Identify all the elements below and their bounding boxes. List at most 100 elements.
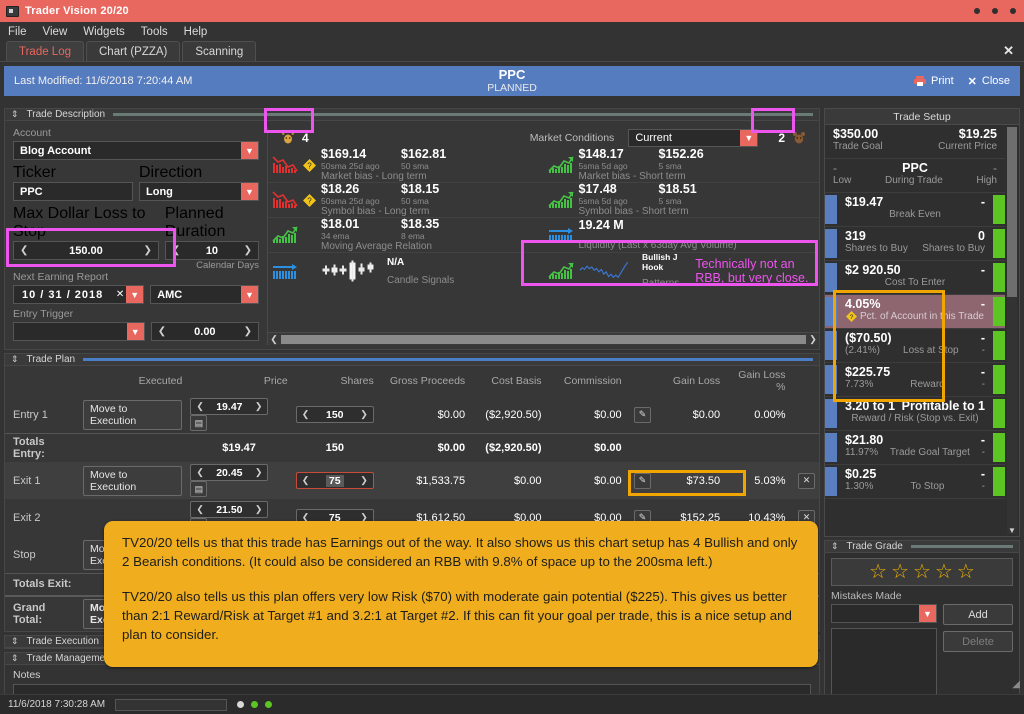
menu-item-widgets[interactable]: Widgets: [83, 26, 125, 38]
tab-chart[interactable]: Chart (PZZA): [86, 41, 181, 61]
increment-icon[interactable]: ❯: [143, 245, 151, 256]
chevron-down-icon[interactable]: ▼: [740, 129, 758, 146]
mc-row-symbol-bias-long[interactable]: ? $18.26 $18.15 50sma 25d ago 50 sma Sym…: [268, 183, 544, 218]
maximize-dot[interactable]: [992, 8, 998, 14]
mc-row-symbol-bias-short[interactable]: $17.48 $18.51 5sma 5d ago 5 sma Symbol b…: [543, 183, 819, 218]
increment-icon[interactable]: ❯: [244, 245, 252, 256]
decrement-icon[interactable]: ❮: [196, 401, 204, 412]
scroll-thumb[interactable]: [281, 334, 806, 344]
table-row[interactable]: Exit 1 Move to Execution ❮ 20.45 ❯ ▤ ❮ 75 ❯ …: [5, 462, 819, 499]
increment-icon[interactable]: ❯: [255, 467, 263, 478]
trade-grade-header[interactable]: ⇕ Trade Grade: [824, 540, 1020, 553]
collapse-icon[interactable]: ⇕: [11, 653, 19, 663]
chevron-down-icon[interactable]: ▼: [241, 142, 258, 159]
chevron-down-icon[interactable]: ▼: [241, 286, 258, 303]
decrement-icon[interactable]: ❮: [20, 245, 28, 256]
mc-row-patterns[interactable]: Bullish J Hook Patterns Technically not …: [544, 252, 820, 289]
close-dot[interactable]: [1010, 8, 1016, 14]
direction-select[interactable]: Long ▼: [139, 182, 259, 201]
minimize-dot[interactable]: [974, 8, 980, 14]
increment-icon[interactable]: ❯: [255, 504, 263, 515]
close-icon[interactable]: ✕: [1003, 43, 1014, 59]
move-to-execution-button[interactable]: Move to Execution: [83, 399, 183, 430]
delete-button[interactable]: Delete: [943, 631, 1013, 652]
price-stepper[interactable]: ❮ 19.47 ❯: [190, 398, 269, 415]
close-button[interactable]: ✕ Close: [968, 75, 1010, 88]
chevron-down-icon[interactable]: ▼: [919, 605, 936, 622]
edit-pencil-icon[interactable]: ✎: [634, 406, 652, 423]
add-button[interactable]: Add: [943, 604, 1013, 625]
earnings-when-select[interactable]: AMC ▼: [150, 285, 259, 304]
decrement-icon[interactable]: ❮: [158, 326, 166, 337]
trade-setup-scrollbar[interactable]: ▲ ▼: [1007, 125, 1017, 536]
resize-grip-icon[interactable]: ◢: [1012, 679, 1020, 690]
entry-trigger-stepper[interactable]: ❮ 0.00 ❯: [150, 322, 259, 341]
chevron-down-icon[interactable]: ▼: [126, 323, 144, 340]
price-stepper[interactable]: ❮ 20.45 ❯: [190, 464, 269, 481]
star-icon[interactable]: ☆: [869, 561, 887, 583]
scroll-down-icon[interactable]: ▼: [1007, 526, 1017, 536]
calculator-icon[interactable]: ▤: [190, 481, 208, 497]
window-controls[interactable]: [974, 8, 1016, 14]
shares-stepper[interactable]: ❮ 150 ❯: [295, 406, 374, 423]
account-field-group: Account Blog Account ▼: [13, 127, 259, 160]
period-select[interactable]: Current ▼: [628, 128, 759, 147]
menu-bar[interactable]: File View Widgets Tools Help: [0, 22, 1024, 41]
pattern-name: Bullish J Hook: [642, 252, 678, 272]
mc-row-candle-signals[interactable]: N/A Candle Signals: [268, 253, 544, 288]
menu-item-tools[interactable]: Tools: [141, 26, 168, 38]
edit-pencil-icon[interactable]: ✎: [634, 472, 652, 489]
tab-scanning[interactable]: Scanning: [182, 41, 257, 61]
earnings-date-field[interactable]: 10 / 31 / 2018 ✕ ▼: [13, 285, 145, 304]
decrement-icon[interactable]: ❮: [196, 504, 204, 515]
entry-trigger-select[interactable]: ▼: [13, 322, 145, 341]
max-loss-stepper[interactable]: ❮ 150.00 ❯: [13, 241, 159, 260]
increment-icon[interactable]: ❯: [244, 326, 252, 337]
increment-icon[interactable]: ❯: [360, 475, 368, 486]
increment-icon[interactable]: ❯: [360, 409, 368, 420]
mc-row-market-bias-short[interactable]: $148.17 $152.26 5sma 5d ago 5 sma Market…: [543, 148, 819, 183]
scroll-right-icon[interactable]: ❯: [807, 334, 819, 345]
decrement-icon[interactable]: ❮: [302, 409, 310, 420]
print-button[interactable]: Print: [914, 75, 954, 87]
scroll-thumb[interactable]: [1007, 127, 1017, 297]
delete-row-icon[interactable]: ✕: [798, 472, 815, 489]
duration-stepper[interactable]: ❮ 10 ❯: [164, 241, 259, 260]
star-icon[interactable]: ☆: [935, 561, 953, 583]
table-row[interactable]: Entry 1 Move to Execution ❮ 19.47 ❯ ▤ ❮ 150…: [5, 396, 819, 434]
menu-item-view[interactable]: View: [43, 26, 68, 38]
increment-icon[interactable]: ❯: [255, 401, 263, 412]
decrement-icon[interactable]: ❮: [196, 467, 204, 478]
star-icon[interactable]: ☆: [913, 561, 931, 583]
row-executed: [79, 434, 186, 463]
scroll-left-icon[interactable]: ❮: [268, 334, 280, 345]
calendar-dropdown-icon[interactable]: ▼: [126, 286, 144, 303]
star-rating[interactable]: ☆ ☆ ☆ ☆ ☆: [831, 558, 1013, 586]
star-icon[interactable]: ☆: [891, 561, 909, 583]
calculator-icon[interactable]: ▤: [190, 415, 208, 431]
move-to-execution-button[interactable]: Move to Execution: [83, 465, 183, 496]
collapse-icon[interactable]: ⇕: [11, 355, 19, 364]
mc-row-moving-average-relation[interactable]: $18.01 $18.35 34 ema 8 ema Moving Averag…: [268, 218, 544, 253]
star-icon[interactable]: ☆: [957, 561, 975, 583]
ticker-input[interactable]: PPC: [13, 182, 133, 201]
price-stepper[interactable]: ❮ 21.50 ❯: [190, 501, 269, 518]
chevron-down-icon[interactable]: ▼: [241, 183, 258, 200]
menu-item-help[interactable]: Help: [184, 26, 208, 38]
mc-row-market-bias-long[interactable]: ? $169.14 $162.81 50sma 25d ago 50 sma M…: [268, 148, 544, 183]
collapse-icon[interactable]: ⇕: [11, 636, 19, 646]
trade-plan-header[interactable]: ⇕ Trade Plan: [4, 353, 820, 366]
clear-date-icon[interactable]: ✕: [116, 289, 124, 300]
shares-stepper[interactable]: ❮ 75 ❯: [295, 472, 374, 489]
trade-description-header[interactable]: ⇕ Trade Description: [4, 108, 820, 121]
decrement-icon[interactable]: ❮: [302, 475, 310, 486]
mistakes-select[interactable]: ▼: [831, 604, 937, 623]
collapse-icon[interactable]: ⇕: [831, 542, 839, 551]
collapse-icon[interactable]: ⇕: [11, 110, 19, 119]
account-select[interactable]: Blog Account ▼: [13, 141, 259, 160]
mc-row-liquidity[interactable]: 19.24 M Liquidity (Last x 63day Avg Volu…: [543, 218, 819, 253]
market-conditions-scrollbar[interactable]: ❮ ❯: [268, 332, 819, 345]
menu-item-file[interactable]: File: [8, 26, 27, 38]
decrement-icon[interactable]: ❮: [172, 245, 180, 256]
tab-trade-log[interactable]: Trade Log: [6, 41, 84, 61]
